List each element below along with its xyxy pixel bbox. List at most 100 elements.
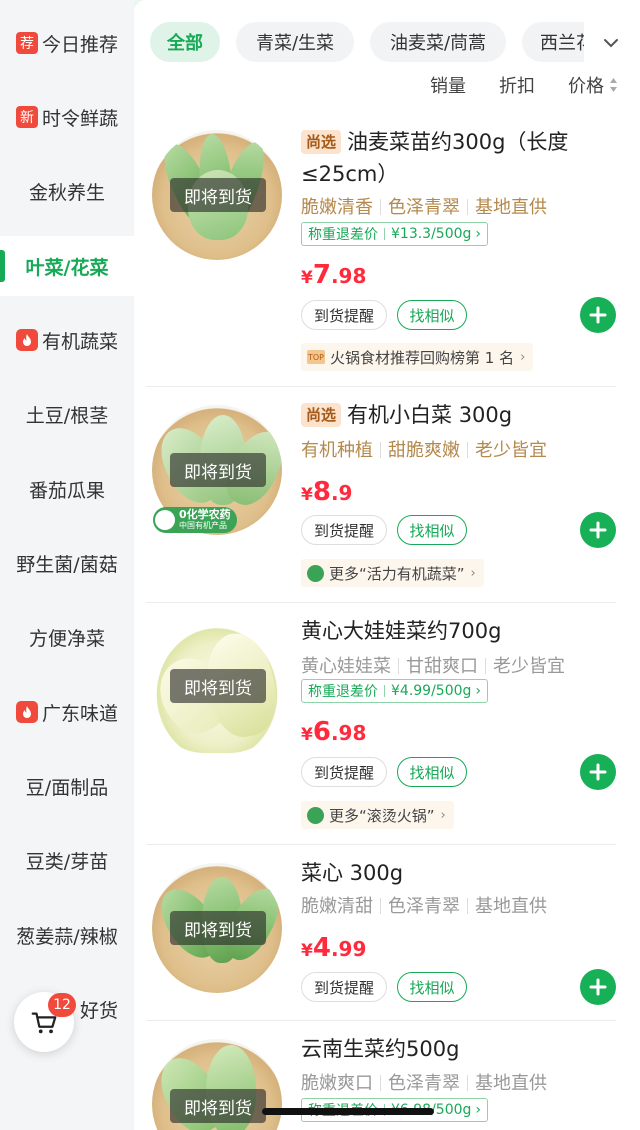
sidebar-item-leafy[interactable]: 叶菜/花菜 (0, 236, 134, 296)
find-similar-button[interactable]: 找相似 (397, 972, 467, 1002)
feature-text: 有机种植 (301, 440, 373, 461)
promo-text: 更多“滚烫火锅” (329, 806, 435, 825)
chip-greens[interactable]: 青菜/生菜 (236, 22, 354, 62)
restock-reminder-button[interactable]: 到货提醒 (301, 300, 387, 330)
feature-text: 老少皆宜 (475, 440, 547, 461)
subcategory-chips: 全部 青菜/生菜 油麦菜/茼蒿 西兰花 (150, 22, 640, 62)
product-name: 油麦菜苗约300g（长度≤25cm） (301, 130, 569, 186)
plus-icon (589, 978, 607, 996)
product-title[interactable]: 黄心大娃娃菜约700g (301, 615, 613, 647)
collection-promo[interactable]: 更多“滚烫火锅” › (301, 801, 454, 829)
product-card[interactable]: 即将到货 尚选 油麦菜苗约300g（长度≤25cm） 脆嫩清香 色泽青翠 基地直供 称… (146, 112, 616, 382)
sidebar-item-label: 金秋养生 (28, 181, 105, 204)
sidebar-item-guangdong[interactable]: 广东味道 (0, 682, 134, 742)
restock-reminder-button[interactable]: 到货提醒 (301, 972, 387, 1002)
add-to-cart-button[interactable] (580, 512, 616, 548)
premium-tag: 尚选 (301, 130, 342, 154)
feature-text: 甜脆爽嫩 (388, 440, 460, 461)
plus-icon (589, 306, 607, 324)
sidebar-item-label: 方便净菜 (28, 627, 105, 650)
product-card[interactable]: 即将到货 黄心大娃娃菜约700g 黄心娃娃菜 甘甜爽口 老少皆宜 称重退差价 ¥4.9… (146, 603, 616, 843)
product-name: 有机小白菜 300g (347, 403, 513, 427)
sidebar-item-label: 叶菜/花菜 (25, 256, 109, 279)
sidebar-item-organic[interactable]: 有机蔬菜 (0, 310, 134, 370)
ranking-promo[interactable]: TOP 火锅食材推荐回购榜第 1 名 › (301, 343, 534, 371)
feature-text: 甘甜爽口 (406, 656, 478, 677)
collection-promo[interactable]: 更多“活力有机蔬菜” › (301, 559, 484, 587)
refund-label: 称重退差价 (308, 684, 378, 700)
feature-text: 基地直供 (475, 197, 547, 218)
product-title[interactable]: 菜心 300g (301, 857, 613, 889)
basket-icon (307, 806, 324, 824)
find-similar-button[interactable]: 找相似 (397, 300, 467, 330)
restock-reminder-button[interactable]: 到货提醒 (301, 757, 387, 787)
sort-sales[interactable]: 销量 (430, 72, 466, 98)
organic-certified-badge: 0化学农药 中国有机产品 (153, 507, 237, 533)
basket-icon (307, 564, 324, 582)
product-card[interactable]: 即将到货 菜心 300g 脆嫩清甜 色泽青翠 基地直供 ¥4.99 到货提醒 找相似 (146, 845, 616, 1019)
sidebar-item-mushroom[interactable]: 野生菌/菌菇 (0, 533, 134, 593)
plus-icon (589, 521, 607, 539)
feature-text: 脆嫩清甜 (301, 896, 373, 917)
weight-refund-tag[interactable]: 称重退差价 ¥4.99/500g › (301, 679, 489, 703)
find-similar-button[interactable]: 找相似 (397, 757, 467, 787)
feature-text: 色泽青翠 (388, 1073, 460, 1094)
sidebar-item-label: 好货 (79, 999, 118, 1022)
feature-text: 黄心娃娃菜 (301, 656, 391, 677)
find-similar-button[interactable]: 找相似 (397, 515, 467, 545)
sidebar-item-label: 今日推荐 (41, 33, 118, 56)
cart-count-badge: 12 (48, 993, 76, 1017)
sidebar-item-label: 番茄瓜果 (28, 479, 105, 502)
sidebar-item-spices[interactable]: 葱姜蒜/辣椒 (0, 905, 134, 965)
product-title[interactable]: 云南生菜约500g (301, 1033, 613, 1065)
out-of-stock-label: 即将到货 (170, 178, 266, 212)
feature-text: 老少皆宜 (493, 656, 565, 677)
weight-refund-tag[interactable]: 称重退差价 ¥13.3/500g › (301, 222, 489, 246)
fire-icon (15, 701, 38, 723)
sidebar-item-autumn[interactable]: 金秋养生 (0, 161, 134, 221)
chevron-down-icon[interactable] (596, 28, 626, 58)
sidebar-item-tofu[interactable]: 豆/面制品 (0, 756, 134, 816)
restock-reminder-button[interactable]: 到货提醒 (301, 515, 387, 545)
sidebar-item-sprouts[interactable]: 豆类/芽苗 (0, 830, 134, 890)
sidebar-item-label: 广东味道 (41, 702, 118, 725)
sidebar-item-seasonal[interactable]: 新 时令鲜蔬 (0, 87, 134, 147)
product-title[interactable]: 尚选 油麦菜苗约300g（长度≤25cm） (301, 126, 613, 190)
feature-text: 脆嫩清香 (301, 197, 373, 218)
sidebar-item-label: 野生菌/菌菇 (16, 553, 118, 576)
sidebar-item-potato[interactable]: 土豆/根茎 (0, 384, 134, 444)
product-price: ¥6.98 (301, 717, 367, 747)
out-of-stock-label: 即将到货 (170, 453, 266, 487)
sidebar-item-prepped[interactable]: 方便净菜 (0, 607, 134, 667)
feature-text: 色泽青翠 (388, 896, 460, 917)
add-to-cart-button[interactable] (580, 297, 616, 333)
plus-icon (589, 763, 607, 781)
refund-label: 称重退差价 (308, 227, 378, 243)
product-features: 脆嫩清香 色泽青翠 基地直供 (301, 193, 547, 219)
sidebar-item-label: 有机蔬菜 (41, 330, 118, 353)
sidebar-item-tomato[interactable]: 番茄瓜果 (0, 459, 134, 519)
sidebar-item-today[interactable]: 荐 今日推荐 (0, 13, 134, 73)
fire-icon (15, 329, 38, 351)
chip-all[interactable]: 全部 (150, 22, 220, 62)
sidebar-item-label: 豆/面制品 (25, 776, 109, 799)
product-card[interactable]: 即将到货 0化学农药 中国有机产品 尚选 有机小白菜 300g 有机种植 甜脆爽嫩 老少… (146, 387, 616, 601)
add-to-cart-button[interactable] (580, 754, 616, 790)
promo-text: 火锅食材推荐回购榜第 1 名 (330, 348, 515, 367)
product-price: ¥7.98 (301, 260, 367, 290)
out-of-stock-label: 即将到货 (170, 669, 266, 703)
promo-text: 更多“活力有机蔬菜” (329, 564, 465, 583)
sort-discount[interactable]: 折扣 (499, 72, 535, 98)
add-to-cart-button[interactable] (580, 969, 616, 1005)
sort-price[interactable]: 价格 (568, 72, 604, 98)
feature-text: 脆嫩爽口 (301, 1073, 373, 1094)
product-price: ¥8.9 (301, 477, 353, 507)
new-badge-icon: 新 (15, 106, 38, 128)
out-of-stock-label: 即将到货 (170, 1089, 266, 1123)
product-features: 有机种植 甜脆爽嫩 老少皆宜 (301, 436, 547, 462)
recommend-badge-icon: 荐 (15, 32, 38, 54)
top-rank-icon: TOP (307, 350, 325, 364)
product-price: ¥4.99 (301, 933, 367, 963)
product-title[interactable]: 尚选 有机小白菜 300g (301, 399, 613, 431)
chip-lettuce[interactable]: 油麦菜/茼蒿 (370, 22, 506, 62)
